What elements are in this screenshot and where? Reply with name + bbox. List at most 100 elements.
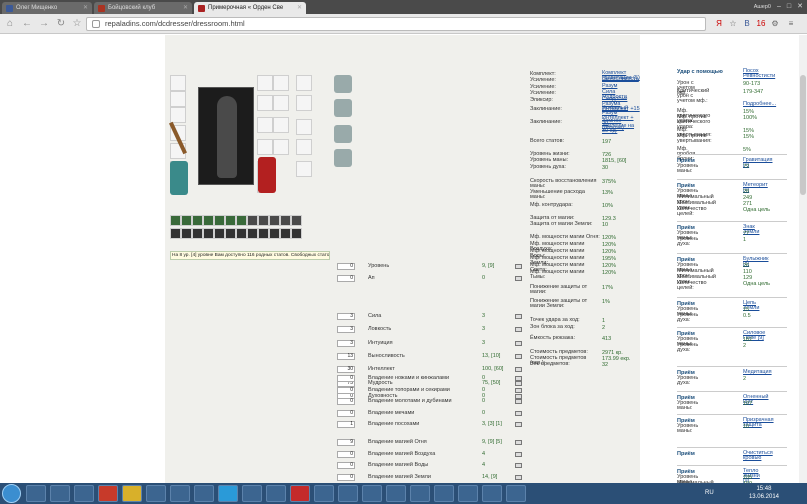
spell-name[interactable]: Медитация bbox=[743, 369, 772, 375]
home-icon[interactable]: ⌂ bbox=[3, 17, 17, 31]
skill-minus-button[interactable] bbox=[515, 399, 522, 405]
close-window-icon[interactable]: ✕ bbox=[797, 0, 803, 14]
stat-minus-button[interactable] bbox=[515, 340, 522, 346]
belt-slot[interactable] bbox=[214, 215, 225, 226]
app-icon[interactable] bbox=[266, 485, 286, 502]
belt-slot[interactable] bbox=[247, 228, 258, 239]
belt-slot[interactable] bbox=[236, 228, 247, 239]
stat-input[interactable]: 30 bbox=[337, 366, 355, 374]
spell-name[interactable]: Очиститься кровью bbox=[743, 450, 773, 461]
tab-dressroom[interactable]: Примерочная « Орден Све ✕ bbox=[194, 2, 306, 14]
belt-slot[interactable] bbox=[203, 228, 214, 239]
belt-slot[interactable] bbox=[291, 228, 302, 239]
belt-slot[interactable] bbox=[203, 215, 214, 226]
extension-icon[interactable]: ⚙ bbox=[768, 17, 782, 31]
skill-input[interactable]: 9 bbox=[337, 439, 355, 446]
equipment-slot[interactable] bbox=[296, 119, 312, 135]
remove-link[interactable]: (remove) bbox=[602, 125, 624, 131]
stat-minus-button[interactable] bbox=[515, 264, 522, 269]
back-icon[interactable]: ← bbox=[20, 17, 34, 31]
belt-slot[interactable] bbox=[280, 215, 291, 226]
app-icon[interactable] bbox=[434, 485, 454, 502]
app-icon[interactable] bbox=[410, 485, 430, 502]
equipment-slot[interactable] bbox=[273, 117, 289, 133]
reload-icon[interactable]: ↻ bbox=[54, 17, 68, 31]
belt-slot[interactable] bbox=[247, 215, 258, 226]
skill-input[interactable]: 0 bbox=[337, 375, 355, 382]
start-icon[interactable] bbox=[2, 484, 21, 503]
stat-minus-button[interactable] bbox=[515, 393, 522, 399]
belt-slot[interactable] bbox=[192, 215, 203, 226]
belt-slot[interactable] bbox=[236, 215, 247, 226]
cs-icon[interactable] bbox=[170, 485, 190, 502]
skill-input[interactable]: 0 bbox=[337, 473, 355, 481]
world-of-tanks-icon[interactable] bbox=[362, 485, 382, 502]
close-icon[interactable]: ✕ bbox=[297, 2, 302, 14]
tab-vk[interactable]: Олег Мищенко ✕ bbox=[2, 2, 92, 14]
chrome-icon[interactable] bbox=[122, 485, 142, 502]
details-link[interactable]: Подробнее... bbox=[743, 101, 776, 107]
bookmark-star-icon[interactable]: ☆ bbox=[726, 17, 740, 31]
bookmarks-icon[interactable]: ☆ bbox=[70, 17, 84, 31]
scrollbar[interactable] bbox=[799, 35, 807, 483]
explorer-icon[interactable] bbox=[26, 485, 46, 502]
equipment-slot[interactable] bbox=[273, 139, 289, 155]
bonus-value[interactable]: Выносливость bbox=[602, 76, 639, 82]
stat-input[interactable]: 3 bbox=[337, 313, 355, 320]
language-indicator[interactable]: RU bbox=[705, 490, 714, 496]
combat-weapon[interactable]: Посох Ревностисти bbox=[743, 68, 775, 79]
minimize-icon[interactable]: – bbox=[777, 0, 781, 14]
vk-icon[interactable]: В bbox=[740, 17, 754, 31]
belt-slot[interactable] bbox=[170, 215, 181, 226]
skill-minus-button[interactable] bbox=[515, 422, 522, 428]
skill-minus-button[interactable] bbox=[515, 387, 522, 393]
skill-minus-button[interactable] bbox=[515, 376, 522, 381]
close-icon[interactable]: ✕ bbox=[183, 2, 188, 14]
skill-minus-button[interactable] bbox=[515, 451, 522, 457]
belt-slot[interactable] bbox=[181, 228, 192, 239]
equipment-slot[interactable] bbox=[257, 117, 273, 133]
belt-slot[interactable] bbox=[258, 228, 269, 239]
app-icon[interactable] bbox=[458, 485, 478, 502]
equipment-slot[interactable] bbox=[257, 75, 273, 91]
equipment-slot[interactable] bbox=[273, 95, 289, 111]
app-icon[interactable] bbox=[506, 485, 526, 502]
menu-icon[interactable]: ≡ bbox=[784, 17, 798, 31]
equipment-slot[interactable] bbox=[296, 139, 312, 155]
belt-slot[interactable] bbox=[258, 215, 269, 226]
belt-slot[interactable] bbox=[269, 215, 280, 226]
belt-slot[interactable] bbox=[225, 228, 236, 239]
belt-slot[interactable] bbox=[181, 215, 192, 226]
skill-minus-button[interactable] bbox=[515, 410, 522, 416]
equipment-slot[interactable] bbox=[257, 95, 273, 111]
equipment-slot[interactable] bbox=[170, 75, 186, 91]
skill-minus-button[interactable] bbox=[515, 440, 522, 445]
stat-input[interactable]: 3 bbox=[337, 326, 355, 334]
skill-minus-button[interactable] bbox=[515, 474, 522, 480]
stat-minus-button[interactable] bbox=[515, 276, 522, 281]
stat-minus-button[interactable] bbox=[515, 314, 522, 319]
belt-slot[interactable] bbox=[280, 228, 291, 239]
belt-slot[interactable] bbox=[192, 228, 203, 239]
equipment-slot[interactable] bbox=[296, 75, 312, 91]
forward-icon[interactable]: → bbox=[37, 17, 51, 31]
yandex-icon[interactable]: Я bbox=[712, 17, 726, 31]
address-bar[interactable]: repaladins.com/dcdresser/dressroom.html bbox=[86, 17, 706, 31]
belt-slot[interactable] bbox=[170, 228, 181, 239]
skill-input[interactable]: 0 bbox=[337, 398, 355, 406]
belt-slot[interactable] bbox=[225, 215, 236, 226]
skill-input[interactable]: 0 bbox=[337, 409, 355, 417]
app-icon[interactable] bbox=[242, 485, 262, 502]
belt-slot[interactable] bbox=[269, 228, 280, 239]
ie-icon[interactable] bbox=[50, 485, 70, 502]
skill-input[interactable]: 0 bbox=[337, 386, 355, 394]
tab-fight-club[interactable]: Бойцовский клуб ✕ bbox=[94, 2, 192, 14]
app-icon[interactable] bbox=[482, 485, 502, 502]
equipment-slot[interactable] bbox=[170, 91, 186, 107]
yandex-browser-icon[interactable] bbox=[98, 485, 118, 502]
steam-icon[interactable] bbox=[146, 485, 166, 502]
stat-minus-button[interactable] bbox=[515, 353, 522, 359]
game-icon[interactable] bbox=[338, 485, 358, 502]
stat-input[interactable]: 0 bbox=[337, 275, 355, 282]
equipment-slot[interactable] bbox=[273, 75, 289, 91]
